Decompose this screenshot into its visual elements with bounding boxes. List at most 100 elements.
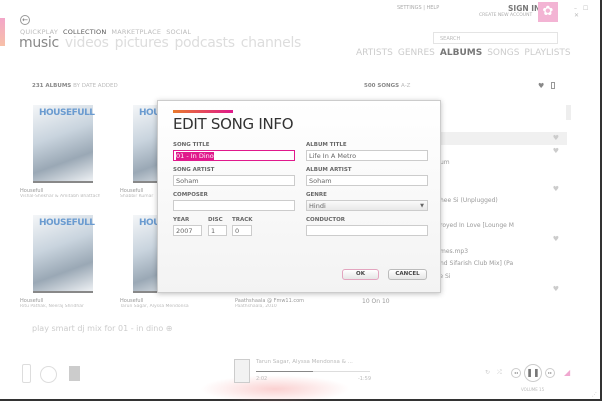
category-channels[interactable]: channels bbox=[241, 35, 302, 51]
settings-help: SETTINGS | HELP bbox=[397, 5, 439, 11]
song-list-scrollbar[interactable] bbox=[566, 105, 571, 120]
album-tile[interactable]: HOUSEFULL Housefull Vishal-Shekhar & Ami… bbox=[20, 105, 100, 199]
progress-track[interactable] bbox=[256, 371, 370, 372]
album-cover: HOUSEFULL bbox=[33, 215, 95, 293]
category-videos[interactable]: videos bbox=[65, 35, 109, 51]
album-title-field[interactable]: Life In A Metro bbox=[306, 150, 428, 161]
disc-burn-icon[interactable] bbox=[40, 366, 57, 383]
track-label: TRACK bbox=[232, 217, 253, 223]
category-podcasts[interactable]: podcasts bbox=[174, 35, 235, 51]
song-title: 10 On 10 bbox=[362, 297, 390, 305]
progress-fill bbox=[256, 371, 313, 372]
year-label: YEAR bbox=[173, 217, 190, 223]
tab-genres[interactable]: GENRES bbox=[398, 48, 435, 58]
song-artist-field[interactable]: Soham bbox=[173, 175, 295, 186]
dropdown-arrow-icon: ▼ bbox=[420, 203, 424, 209]
help-link[interactable]: HELP bbox=[427, 5, 440, 11]
album-artist: Ritu Pathak, Neeraj Shridhar bbox=[20, 304, 84, 309]
volume-icon[interactable]: ◢ bbox=[564, 368, 570, 377]
settings-link[interactable]: SETTINGS bbox=[397, 5, 422, 11]
volume-label: VOLUME 15 bbox=[521, 387, 545, 392]
genre-label: GENRE bbox=[306, 192, 327, 198]
song-title-label: SONG TITLE bbox=[173, 142, 210, 148]
album-title-label: ALBUM TITLE bbox=[306, 142, 347, 148]
disc-field[interactable]: 1 bbox=[208, 225, 227, 236]
previous-button[interactable]: ◂◂ bbox=[511, 368, 521, 378]
back-arrow-icon[interactable]: ← bbox=[20, 15, 30, 25]
device-sync-icon[interactable] bbox=[22, 364, 31, 383]
song-row[interactable]: 10 On 10 bbox=[362, 296, 567, 309]
category-pictures[interactable]: pictures bbox=[115, 35, 169, 51]
shuffle-icon[interactable]: ⤮ bbox=[497, 369, 502, 377]
elapsed-time: 2:02 bbox=[256, 376, 268, 382]
pause-button[interactable]: ❚❚ bbox=[524, 364, 542, 382]
song-title: nd Sifarish Club Mix] (Pa bbox=[440, 260, 514, 268]
song-title: royed In Love [Lounge M bbox=[440, 222, 514, 230]
tab-songs[interactable]: SONGS bbox=[487, 48, 519, 58]
device-icon[interactable] bbox=[551, 82, 555, 89]
cancel-button[interactable]: CANCEL bbox=[388, 269, 427, 280]
edit-song-info-dialog: EDIT SONG INFO SONG TITLE 01 - In Dino S… bbox=[157, 100, 441, 293]
song-title: um bbox=[440, 159, 450, 167]
albums-count: 231 ALBUMS bbox=[32, 83, 72, 89]
conductor-field[interactable] bbox=[306, 225, 428, 236]
dialog-accent-bar bbox=[173, 110, 233, 113]
search-input[interactable]: SEARCH bbox=[433, 32, 558, 44]
album-tile[interactable]: HOUSEFULL Housefull Ritu Pathak, Neeraj … bbox=[20, 215, 100, 309]
albums-sort[interactable]: BY DATE ADDED bbox=[73, 83, 118, 89]
album-artist: Tarun Sagar, Alyssa Mendonsa bbox=[120, 304, 189, 309]
dialog-title: EDIT SONG INFO bbox=[173, 115, 294, 133]
heart-icon[interactable]: ♥ bbox=[553, 233, 559, 246]
heart-icon[interactable]: ♥ bbox=[553, 145, 559, 158]
genre-value: Hindi bbox=[309, 202, 326, 210]
zune-logo-icon[interactable]: ✿ bbox=[538, 2, 558, 22]
disc-label: DISC bbox=[208, 217, 223, 223]
tab-artists[interactable]: ARTISTS bbox=[356, 48, 393, 58]
composer-label: COMPOSER bbox=[173, 192, 208, 198]
playlist-file-icon[interactable] bbox=[69, 366, 80, 381]
zune-window: ← QUICKPLAY COLLECTION MARKETPLACE SOCIAL m… bbox=[0, 0, 602, 403]
album-artist-label: ALBUM ARTIST bbox=[306, 167, 352, 173]
album-artist-field[interactable]: Soham bbox=[306, 175, 428, 186]
now-playing-art[interactable] bbox=[234, 359, 250, 383]
song-title: hee Si (Unplugged) bbox=[440, 197, 498, 205]
song-title: mes.mp3 bbox=[440, 247, 469, 255]
next-button[interactable]: ▸▸ bbox=[545, 368, 555, 378]
tab-playlists[interactable]: PLAYLISTS bbox=[524, 48, 570, 58]
category-music[interactable]: music bbox=[19, 35, 59, 51]
window-controls[interactable]: – ☐ ✕ bbox=[574, 5, 600, 19]
heart-icon[interactable]: ♥ bbox=[553, 283, 559, 296]
heart-icon[interactable]: ♥ bbox=[553, 183, 559, 196]
view-tabs: ARTISTS GENRES ALBUMS SONGS PLAYLISTS bbox=[356, 48, 576, 58]
track-field[interactable]: 0 bbox=[232, 225, 252, 236]
genre-select[interactable]: Hindi ▼ bbox=[306, 200, 428, 211]
category-nav: music videos pictures podcasts channels bbox=[19, 35, 307, 51]
create-account-link[interactable]: CREATE NEW ACCOUNT bbox=[479, 13, 532, 18]
songs-count: 500 SONGS bbox=[364, 83, 400, 89]
resize-grip-icon[interactable]: ⋰ bbox=[592, 392, 597, 398]
now-playing-artist[interactable]: Tarun Sagar, Alyssa Mendonsa & ... bbox=[256, 359, 353, 365]
album-artist: Shabbir Kumar bbox=[120, 194, 154, 199]
repeat-icon[interactable]: ↻ bbox=[485, 369, 490, 376]
separator: | bbox=[423, 5, 425, 11]
tab-albums[interactable]: ALBUMS bbox=[440, 48, 482, 58]
album-artist: Paathshaala, 2010 bbox=[235, 304, 277, 309]
player-glow bbox=[200, 375, 350, 403]
songs-header: 500 SONGS A-Z bbox=[364, 83, 410, 89]
song-title-field[interactable]: 01 - In Dino bbox=[173, 150, 295, 161]
year-field[interactable]: 2007 bbox=[173, 225, 202, 236]
album-artist: Vishal-Shekhar & Amitabh Bhattacharya bbox=[20, 194, 100, 199]
sign-in-link[interactable]: SIGN IN bbox=[508, 4, 540, 13]
albums-header: 231 ALBUMS BY DATE ADDED bbox=[32, 83, 118, 89]
composer-field[interactable] bbox=[173, 200, 295, 211]
remaining-time: -1:59 bbox=[358, 376, 372, 382]
conductor-label: CONDUCTOR bbox=[306, 217, 346, 223]
brand-stripe bbox=[0, 18, 5, 46]
album-cover: HOUSEFULL bbox=[33, 105, 95, 183]
songs-sort[interactable]: A-Z bbox=[401, 83, 410, 89]
heart-filter-icon[interactable]: ♥ bbox=[538, 82, 544, 90]
smart-dj-link[interactable]: play smart dj mix for 01 - in dino ⊕ bbox=[32, 324, 173, 333]
ok-button[interactable]: OK bbox=[342, 269, 379, 280]
heart-icon[interactable]: ♥ bbox=[553, 132, 559, 145]
song-artist-label: SONG ARTIST bbox=[173, 167, 215, 173]
